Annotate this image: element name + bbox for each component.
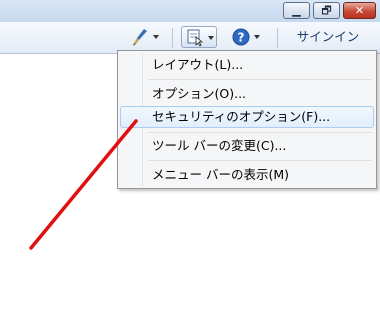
menu-item-customize-toolbar[interactable]: ツール バーの変更(C)... — [120, 135, 374, 157]
close-icon: ✕ — [354, 4, 365, 17]
signin-button[interactable]: サインイン — [283, 26, 373, 48]
toolbar-divider — [172, 28, 173, 48]
title-bar: ▁ 🗗 ✕ — [0, 0, 380, 22]
menu-item-options[interactable]: オプション(O)... — [120, 83, 374, 105]
chevron-down-icon — [208, 36, 214, 40]
chevron-down-icon — [254, 35, 260, 39]
minimize-icon: ▁ — [292, 4, 301, 17]
menu-separator — [148, 160, 372, 161]
paint-brush-icon — [133, 29, 147, 46]
restore-icon: 🗗 — [321, 4, 332, 17]
menu-item-show-menubar[interactable]: メニュー バーの表示(M) — [120, 164, 374, 186]
paint-brush-button[interactable] — [130, 26, 160, 48]
close-button[interactable]: ✕ — [343, 2, 376, 19]
help-icon: ? — [232, 28, 250, 46]
menu-item-security-options[interactable]: セキュリティのオプション(F)... — [120, 106, 374, 128]
page-cursor-icon — [187, 29, 204, 47]
menu-item-layout[interactable]: レイアウト(L)... — [120, 54, 374, 76]
page-button[interactable] — [181, 26, 217, 48]
menu-separator — [148, 79, 372, 80]
menu-separator — [148, 132, 372, 133]
help-button[interactable]: ? — [231, 26, 263, 48]
toolbar-divider — [277, 28, 278, 48]
svg-text:?: ? — [238, 31, 245, 45]
chevron-down-icon — [153, 35, 159, 39]
minimize-button[interactable]: ▁ — [283, 2, 310, 19]
maximize-button[interactable]: 🗗 — [313, 2, 340, 19]
page-dropdown-menu: レイアウト(L)... オプション(O)... セキュリティのオプション(F).… — [117, 50, 377, 189]
